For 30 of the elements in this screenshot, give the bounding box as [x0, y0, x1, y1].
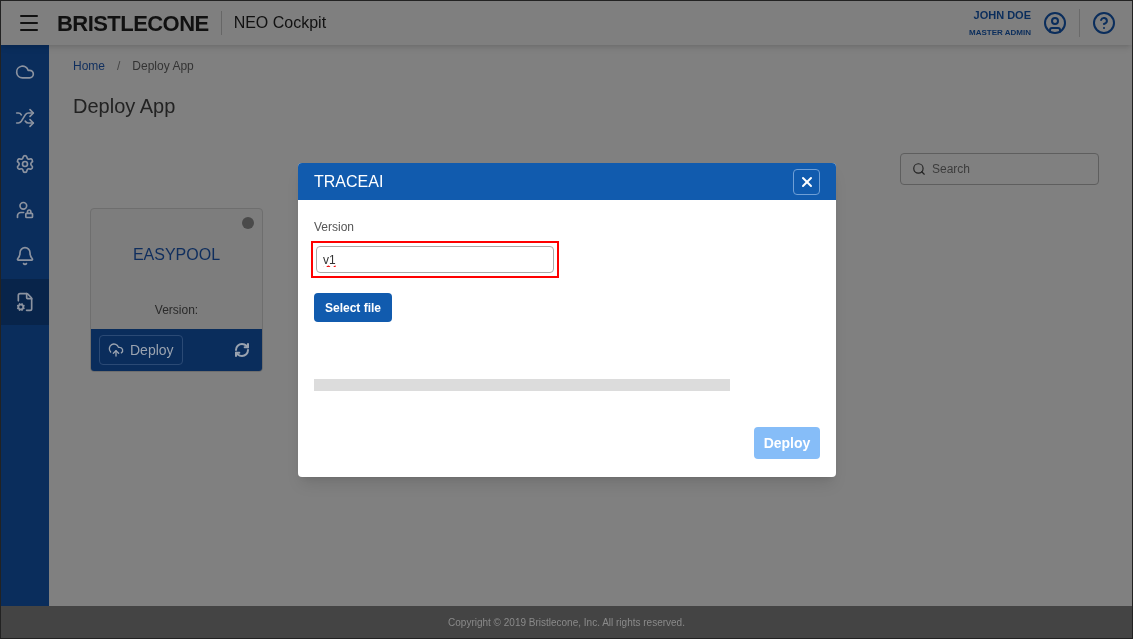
select-file-button[interactable]: Select file — [314, 293, 392, 322]
user-role: MASTER ADMIN — [969, 27, 1031, 40]
user-icon[interactable] — [1043, 11, 1067, 35]
user-name: JOHN DOE — [973, 7, 1031, 23]
breadcrumb-link[interactable]: Home — [73, 57, 105, 75]
copyright-text: Copyright © 2019 Bristlecone, Inc. All rights reserved. — [448, 615, 685, 630]
file-gear-icon — [15, 292, 35, 312]
deploy-button[interactable]: Deploy — [99, 335, 183, 365]
cloud-network-icon — [15, 62, 35, 82]
sidebar-item[interactable] — [1, 279, 49, 325]
close-button[interactable] — [793, 168, 820, 195]
breadcrumb-separator: / — [117, 58, 121, 75]
refresh-icon[interactable] — [234, 342, 250, 358]
brand-logo: BRISTLECONE — [57, 9, 209, 38]
breadcrumb-current: Deploy App — [132, 58, 194, 75]
bell-icon — [15, 246, 35, 266]
version-input[interactable]: v1 — [316, 246, 554, 273]
search-field[interactable]: Search — [900, 153, 1099, 185]
dialog-title: TRACEAI — [314, 171, 384, 192]
card-title: EASYPOOL — [131, 245, 222, 265]
page-title: Deploy App — [73, 94, 177, 119]
version-label: Version: — [153, 302, 200, 319]
help-icon[interactable] — [1092, 11, 1116, 35]
gear-icon — [15, 154, 35, 174]
user-lock-icon — [15, 200, 35, 220]
search-icon — [912, 162, 926, 176]
app-name: NEO Cockpit — [233, 13, 327, 33]
shuffle-icon — [15, 108, 35, 128]
field-label: Version — [314, 219, 356, 236]
cloud-upload-icon — [108, 342, 124, 358]
